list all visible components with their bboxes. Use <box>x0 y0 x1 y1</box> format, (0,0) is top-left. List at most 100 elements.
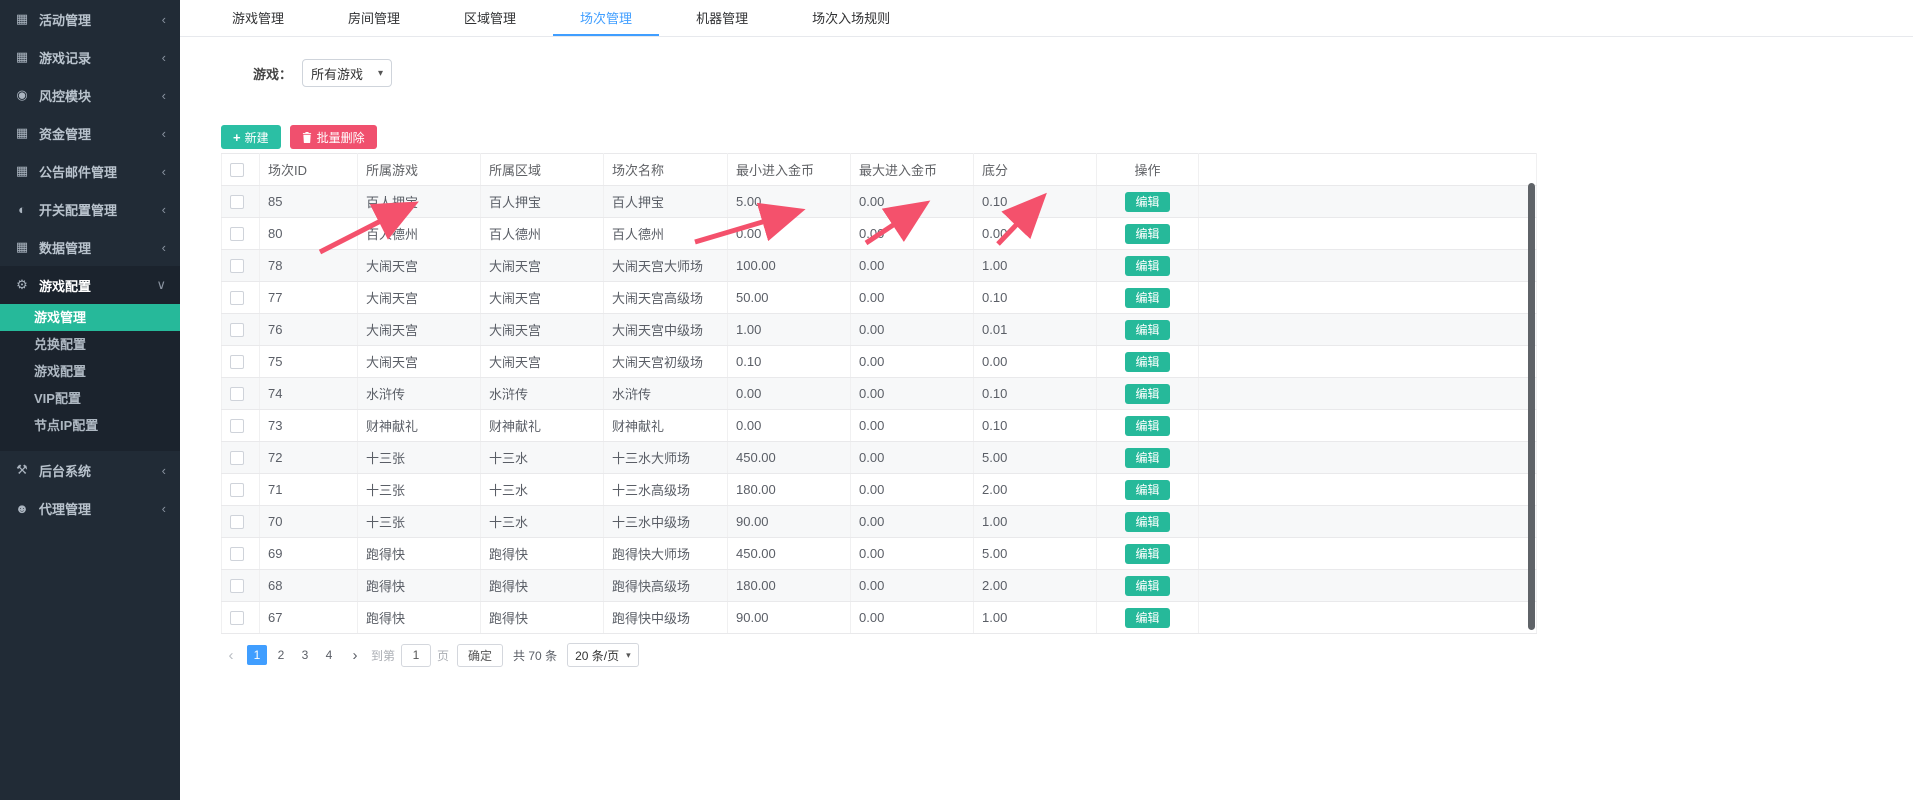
table-cell: 5.00 <box>974 538 1097 570</box>
sidebar-item-game-config[interactable]: ⚙游戏配置∨ <box>0 266 180 304</box>
sidebar-item-switch-config[interactable]: ◐开关配置管理‹ <box>0 190 180 228</box>
users-icon: ☻ <box>14 501 30 516</box>
sessions-table-wrap: 场次ID所属游戏所属区域场次名称最小进入金币最大进入金币底分操作 85百人押宝百… <box>221 153 1537 634</box>
sidebar-menu: ▦活动管理‹▦游戏记录‹◉风控模块‹▦资金管理‹▦公告邮件管理‹◐开关配置管理‹… <box>0 0 180 527</box>
prev-page-button[interactable]: ‹ <box>221 647 241 664</box>
page-button-1[interactable]: 1 <box>247 645 267 665</box>
sidebar-subitem-node-ip-config[interactable]: 节点IP配置 <box>0 412 180 439</box>
goto-label: 到第 <box>371 647 395 664</box>
sidebar-item-funds[interactable]: ▦资金管理‹ <box>0 114 180 152</box>
tab-5[interactable]: 机器管理 <box>669 0 775 36</box>
table-row: 77大闹天宫大闹天宫大闹天宫高级场50.000.000.10编辑 <box>222 282 1537 314</box>
table-cell: 0.00 <box>728 378 851 410</box>
edit-button[interactable]: 编辑 <box>1125 416 1169 436</box>
row-checkbox[interactable] <box>230 579 244 593</box>
edit-button[interactable]: 编辑 <box>1125 448 1169 468</box>
tab-4[interactable]: 场次管理 <box>553 0 659 36</box>
edit-button[interactable]: 编辑 <box>1125 224 1169 244</box>
grid-icon: ▦ <box>14 49 30 65</box>
edit-button[interactable]: 编辑 <box>1125 320 1169 340</box>
row-checkbox[interactable] <box>230 515 244 529</box>
table-cell-empty <box>1199 474 1537 506</box>
chevron-left-icon: ‹ <box>162 501 166 516</box>
sidebar-item-label: 活动管理 <box>39 10 91 29</box>
vertical-scrollbar[interactable] <box>1528 183 1535 630</box>
sidebar-subitem-game-config-sub[interactable]: 游戏配置 <box>0 358 180 385</box>
table-cell: 大闹天宫 <box>481 250 604 282</box>
chevron-left-icon: ‹ <box>162 463 166 478</box>
edit-button[interactable]: 编辑 <box>1125 544 1169 564</box>
edit-button[interactable]: 编辑 <box>1125 480 1169 500</box>
table-cell: 0.00 <box>851 314 974 346</box>
table-cell: 跑得快 <box>358 570 481 602</box>
table-cell: 跑得快 <box>358 538 481 570</box>
table-row: 74水浒传水浒传水浒传0.000.000.10编辑 <box>222 378 1537 410</box>
sidebar-item-label: 数据管理 <box>39 238 91 257</box>
table-cell: 2.00 <box>974 474 1097 506</box>
batch-delete-button[interactable]: 批量删除 <box>290 125 377 149</box>
row-checkbox[interactable] <box>230 355 244 369</box>
page-button-4[interactable]: 4 <box>319 645 339 665</box>
sidebar-subitem-game-management[interactable]: 游戏管理 <box>0 304 180 331</box>
content-area: 游戏： 所有游戏 ▾ 查找 刷新 + 新建 批量删除 <box>180 59 1913 668</box>
table-cell: 大闹天宫中级场 <box>604 314 728 346</box>
eye-icon: ◉ <box>14 87 30 103</box>
tab-3[interactable]: 区域管理 <box>437 0 543 36</box>
row-checkbox[interactable] <box>230 291 244 305</box>
row-checkbox[interactable] <box>230 259 244 273</box>
goto-page-input[interactable] <box>401 644 431 667</box>
sidebar-item-label: 风控模块 <box>39 86 91 105</box>
row-checkbox[interactable] <box>230 547 244 561</box>
sidebar-subitem-vip-config[interactable]: VIP配置 <box>0 385 180 412</box>
tab-6[interactable]: 场次入场规则 <box>785 0 917 36</box>
sidebar-item-announcement-mail[interactable]: ▦公告邮件管理‹ <box>0 152 180 190</box>
table-cell: 74 <box>260 378 358 410</box>
sidebar-item-label: 开关配置管理 <box>39 200 117 219</box>
edit-button[interactable]: 编辑 <box>1125 288 1169 308</box>
row-checkbox[interactable] <box>230 387 244 401</box>
tab-1[interactable]: 游戏管理 <box>205 0 311 36</box>
game-filter-value: 所有游戏 <box>311 64 363 83</box>
sidebar-item-game-records[interactable]: ▦游戏记录‹ <box>0 38 180 76</box>
table-cell-empty <box>1199 186 1537 218</box>
create-button[interactable]: + 新建 <box>221 125 281 149</box>
edit-button[interactable]: 编辑 <box>1125 352 1169 372</box>
next-page-button[interactable]: › <box>345 647 365 664</box>
edit-button[interactable]: 编辑 <box>1125 384 1169 404</box>
table-cell: 十三张 <box>358 474 481 506</box>
column-header-empty <box>1199 154 1537 186</box>
sidebar-item-agent-management[interactable]: ☻代理管理‹ <box>0 489 180 527</box>
table-cell: 百人押宝 <box>604 186 728 218</box>
sidebar-item-activity[interactable]: ▦活动管理‹ <box>0 0 180 38</box>
tab-2[interactable]: 房间管理 <box>321 0 427 36</box>
sidebar-item-backend-system[interactable]: ⚒后台系统‹ <box>0 451 180 489</box>
page-size-select[interactable]: 20 条/页 ▾ <box>567 643 639 667</box>
table-cell: 2.00 <box>974 570 1097 602</box>
row-checkbox[interactable] <box>230 483 244 497</box>
row-checkbox[interactable] <box>230 323 244 337</box>
row-checkbox[interactable] <box>230 227 244 241</box>
row-checkbox[interactable] <box>230 611 244 625</box>
table-cell: 0.00 <box>851 282 974 314</box>
edit-button[interactable]: 编辑 <box>1125 608 1169 628</box>
goto-confirm-button[interactable]: 确定 <box>457 644 503 667</box>
table-cell: 十三水中级场 <box>604 506 728 538</box>
page-button-2[interactable]: 2 <box>271 645 291 665</box>
row-checkbox[interactable] <box>230 419 244 433</box>
chevron-down-icon: ▾ <box>378 68 383 79</box>
row-checkbox[interactable] <box>230 451 244 465</box>
select-all-checkbox[interactable] <box>230 163 244 177</box>
edit-button[interactable]: 编辑 <box>1125 256 1169 276</box>
table-cell-empty <box>1199 346 1537 378</box>
chevron-left-icon: ‹ <box>162 164 166 179</box>
sidebar-item-data-management[interactable]: ▦数据管理‹ <box>0 228 180 266</box>
page-button-3[interactable]: 3 <box>295 645 315 665</box>
game-filter-select[interactable]: 所有游戏 ▾ <box>302 59 392 87</box>
edit-button[interactable]: 编辑 <box>1125 576 1169 596</box>
row-checkbox[interactable] <box>230 195 244 209</box>
sidebar-item-risk-control[interactable]: ◉风控模块‹ <box>0 76 180 114</box>
edit-button[interactable]: 编辑 <box>1125 192 1169 212</box>
edit-button[interactable]: 编辑 <box>1125 512 1169 532</box>
batch-delete-label: 批量删除 <box>317 129 365 146</box>
sidebar-subitem-exchange-config[interactable]: 兑换配置 <box>0 331 180 358</box>
